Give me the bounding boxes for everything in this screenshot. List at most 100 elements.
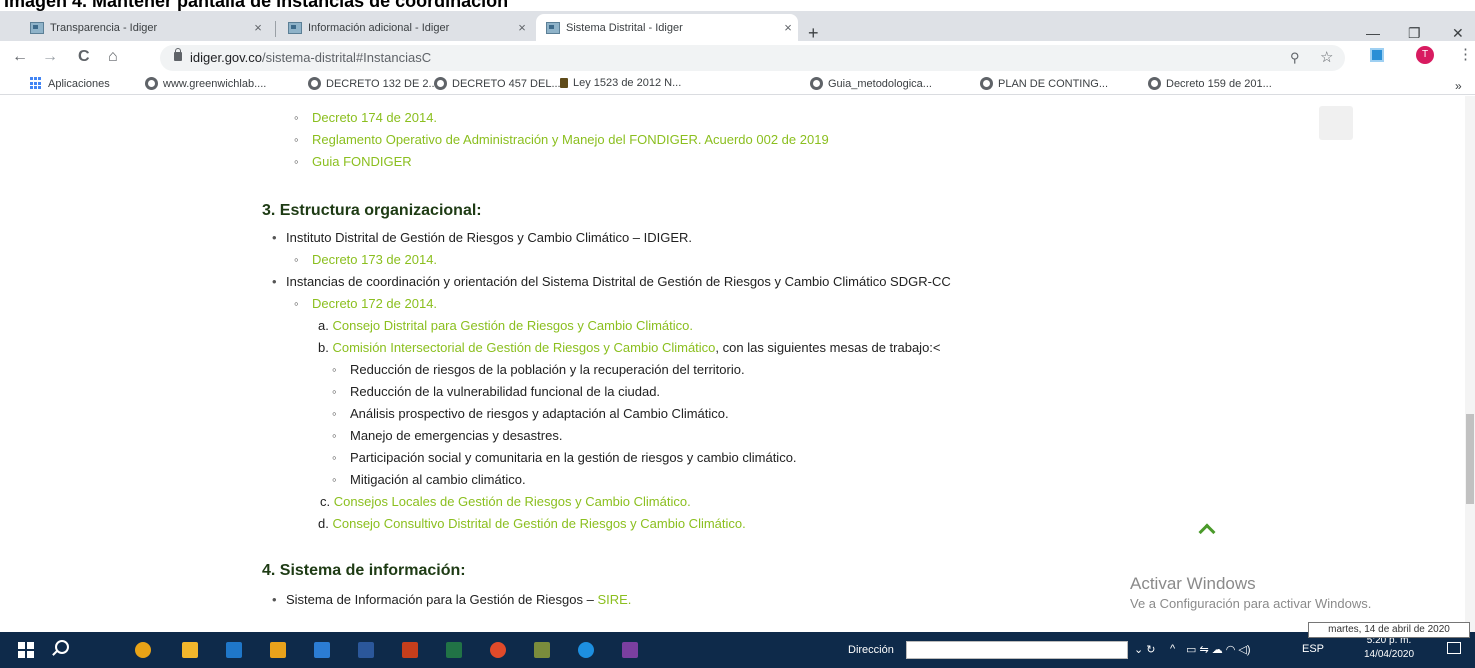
tab-close-icon[interactable]: × [778, 20, 798, 35]
list-item: ◦ Manejo de emergencias y desastres. [332, 428, 563, 443]
minimize-button[interactable]: — [1366, 25, 1380, 41]
media-app-icon[interactable] [226, 642, 242, 658]
document-icon [560, 78, 568, 88]
tray-system-icons[interactable]: ▭ ⇋ ☁ ◠ ◁) [1186, 643, 1251, 656]
bookmark-aplicaciones[interactable]: Aplicaciones [30, 77, 110, 90]
tab-sistema-distrital[interactable]: Sistema Distrital - Idiger × [536, 14, 798, 41]
reload-button[interactable]: C [78, 48, 90, 66]
activate-windows-subtitle: Ve a Configuración para activar Windows. [1130, 596, 1372, 611]
store-icon[interactable] [270, 642, 286, 658]
home-button[interactable]: ⌂ [108, 48, 118, 66]
consejo-distrital-link[interactable]: Consejo Distrital para Gestión de Riesgo… [332, 318, 693, 333]
tab-informacion-adicional[interactable]: Información adicional - Idiger × [278, 14, 532, 41]
rar-app-icon[interactable] [622, 642, 638, 658]
new-tab-button[interactable]: + [808, 24, 819, 42]
list-item: • Instancias de coordinación y orientació… [272, 274, 951, 289]
guia-fondiger-link[interactable]: Guia FONDIGER [312, 154, 412, 169]
restore-button[interactable]: ❐ [1408, 25, 1421, 42]
comision-intersectorial-link[interactable]: Comisión Intersectorial de Gestión de Ri… [332, 340, 715, 355]
bookmark-label: www.greenwichlab.... [163, 77, 267, 90]
bookmark-item[interactable]: DECRETO 132 DE 2... [308, 77, 438, 90]
bookmark-item[interactable]: DECRETO 457 DEL... [434, 77, 561, 90]
list-item: a. Consejo Distrital para Gestión de Rie… [318, 318, 693, 334]
extension-icon[interactable] [1370, 48, 1384, 62]
tab-label: Información adicional - Idiger [308, 21, 450, 34]
chrome-app-icon[interactable] [135, 642, 151, 658]
paint-app-icon[interactable] [534, 642, 550, 658]
globe-icon [810, 77, 823, 90]
notification-center-icon[interactable] [1447, 642, 1461, 654]
clock-date: 14/04/2020 [1363, 649, 1415, 660]
bookmark-label: Decreto 159 de 201... [1166, 77, 1272, 90]
back-button[interactable]: ← [12, 48, 28, 66]
navigation-bar: ← → C ⌂ idiger.gov.co/sistema-distrital#… [0, 41, 1475, 75]
excel-icon[interactable] [446, 642, 462, 658]
sire-link[interactable]: SIRE. [597, 592, 631, 607]
globe-icon [308, 77, 321, 90]
bookmark-item[interactable]: Decreto 159 de 201... [1148, 77, 1272, 90]
list-item: ◦ Reglamento Operativo de Administración … [294, 132, 829, 147]
bookmark-item[interactable]: Guia_metodologica... [810, 77, 932, 90]
zoom-icon[interactable]: ⚲ [1290, 50, 1300, 66]
search-icon[interactable] [55, 640, 69, 654]
page-scrollbar[interactable] [1465, 96, 1475, 632]
address-bar[interactable]: idiger.gov.co/sistema-distrital#Instanci… [160, 45, 1345, 71]
bookmark-item[interactable]: www.greenwichlab.... [145, 77, 266, 90]
address-toolbar-label: Dirección [848, 644, 894, 656]
list-text: Instituto Distrital de Gestión de Riesgo… [286, 230, 693, 245]
profile-avatar[interactable]: T [1416, 46, 1434, 64]
bookmark-label: DECRETO 457 DEL... [452, 77, 561, 90]
document-heading-cropped: Imagen 4. Mantener pantalla de instancia… [0, 0, 1475, 11]
tray-dropdown-icon[interactable]: ⌄ ↻ [1134, 643, 1156, 656]
list-item: ◦ Decreto 173 de 2014. [294, 252, 438, 267]
globe-icon [980, 77, 993, 90]
url-text[interactable]: idiger.gov.co/sistema-distrital#Instanci… [190, 50, 431, 65]
bookmark-star-icon[interactable]: ☆ [1320, 48, 1333, 66]
forward-button[interactable]: → [42, 48, 58, 66]
tab-close-icon[interactable]: × [248, 20, 268, 35]
browser-menu-icon[interactable]: ⋮ [1458, 45, 1473, 63]
tab-transparencia[interactable]: Transparencia - Idiger × [20, 14, 268, 41]
reglamento-fondiger-link[interactable]: Reglamento Operativo de Administración y… [312, 132, 829, 147]
decreto-174-link[interactable]: Decreto 174 de 2014. [312, 110, 437, 125]
consejos-locales-link[interactable]: Consejos Locales de Gestión de Riesgos y… [334, 494, 691, 509]
list-text: Instancias de coordinación y orientación… [286, 274, 951, 289]
lock-icon [174, 48, 182, 61]
tray-show-hidden-icon[interactable]: ^ [1170, 643, 1175, 655]
list-text: Sistema de Información para la Gestión d… [286, 592, 598, 607]
word-icon[interactable] [358, 642, 374, 658]
globe-icon [1148, 77, 1161, 90]
file-explorer-icon[interactable] [182, 642, 198, 658]
list-item: b. Comisión Intersectorial de Gestión de… [318, 340, 941, 356]
mail-icon[interactable] [314, 642, 330, 658]
decreto-172-link[interactable]: Decreto 172 de 2014. [312, 296, 437, 311]
idiger-favicon-icon [288, 21, 302, 34]
tab-close-icon[interactable]: × [512, 20, 532, 35]
document-heading: Imagen 4. Mantener pantalla de instancia… [4, 0, 509, 11]
mesa-text: Análisis prospectivo de riesgos y adapta… [350, 406, 729, 421]
scrollbar-thumb[interactable] [1466, 414, 1474, 504]
consejo-consultivo-link[interactable]: Consejo Consultivo Distrital de Gestión … [332, 516, 745, 531]
list-item: ◦ Mitigación al cambio climático. [332, 472, 526, 487]
mesa-text: Mitigación al cambio climático. [350, 472, 526, 487]
list-item: ◦ Análisis prospectivo de riesgos y adapt… [332, 406, 729, 421]
language-indicator[interactable]: ESP [1302, 643, 1324, 655]
address-toolbar-input[interactable] [906, 641, 1128, 659]
edge-icon[interactable] [578, 642, 594, 658]
taskbar-clock[interactable]: 5:20 p. m. 14/04/2020 [1350, 634, 1428, 662]
list-item: • Instituto Distrital de Gestión de Riesg… [272, 230, 693, 245]
faded-widget [1319, 106, 1353, 140]
start-button-icon[interactable] [18, 642, 34, 658]
bookmark-label: Ley 1523 de 2012 N... [573, 77, 682, 89]
mesa-text: Reducción de riesgos de la población y l… [350, 362, 745, 377]
bookmarks-overflow-button[interactable]: » [1455, 79, 1462, 93]
tab-label: Sistema Distrital - Idiger [566, 21, 683, 34]
bookmark-item[interactable]: PLAN DE CONTING... [980, 77, 1108, 90]
powerpoint-icon[interactable] [402, 642, 418, 658]
chrome-window-icon[interactable] [490, 642, 506, 658]
mesa-text: Reducción de la vulnerabilidad funcional… [350, 384, 661, 399]
close-window-button[interactable]: ✕ [1452, 25, 1464, 42]
list-item: ◦ Decreto 172 de 2014. [294, 296, 438, 311]
bookmark-item[interactable]: Ley 1523 de 2012 N... [560, 77, 681, 89]
decreto-173-link[interactable]: Decreto 173 de 2014. [312, 252, 437, 267]
